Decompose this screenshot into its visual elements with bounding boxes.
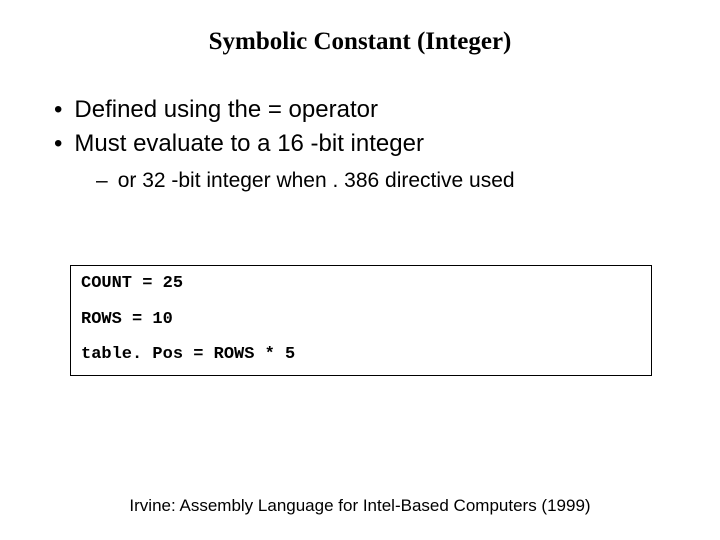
bullet-item: • Must evaluate to a 16 -bit integer — [54, 128, 670, 160]
code-line: table. Pos = ROWS * 5 — [81, 345, 641, 365]
sub-bullet-text: or 32 -bit integer when . 386 directive … — [118, 167, 515, 195]
bullet-marker-icon: • — [54, 128, 62, 160]
bullet-item: • Defined using the = operator — [54, 94, 670, 126]
code-line: COUNT = 25 — [81, 274, 641, 294]
bullet-marker-icon: • — [54, 94, 62, 126]
slide: Symbolic Constant (Integer) • Defined us… — [0, 0, 720, 540]
dash-marker-icon: – — [96, 167, 108, 195]
slide-title: Symbolic Constant (Integer) — [50, 28, 670, 56]
bullet-list: • Defined using the = operator • Must ev… — [54, 94, 670, 195]
footer-citation: Irvine: Assembly Language for Intel-Base… — [0, 496, 720, 516]
bullet-text: Must evaluate to a 16 -bit integer — [74, 128, 424, 160]
sub-bullet-item: – or 32 -bit integer when . 386 directiv… — [96, 167, 670, 195]
bullet-text: Defined using the = operator — [74, 94, 378, 126]
code-box: COUNT = 25 ROWS = 10 table. Pos = ROWS *… — [70, 265, 652, 376]
code-line: ROWS = 10 — [81, 310, 641, 330]
